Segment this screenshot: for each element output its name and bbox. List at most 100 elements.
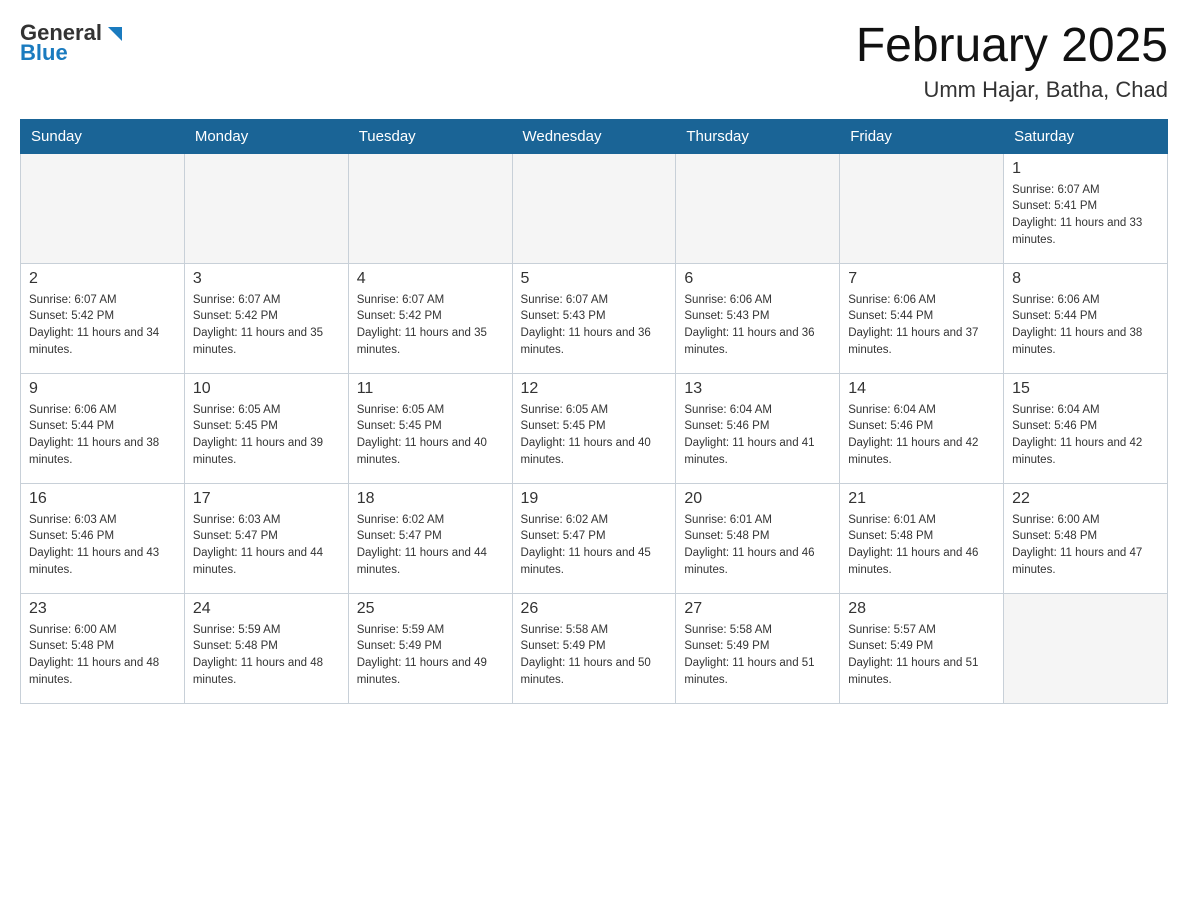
calendar-cell: [676, 153, 840, 263]
page-header: General Blue February 2025 Umm Hajar, Ba…: [20, 20, 1168, 103]
calendar-cell: [348, 153, 512, 263]
day-number: 26: [521, 600, 668, 618]
logo-triangle-icon: [104, 23, 126, 45]
day-info: Sunrise: 6:05 AMSunset: 5:45 PMDaylight:…: [357, 402, 504, 469]
calendar-cell: 9 Sunrise: 6:06 AMSunset: 5:44 PMDaylight…: [21, 373, 185, 483]
day-number: 14: [848, 380, 995, 398]
calendar-cell: 25 Sunrise: 5:59 AMSunset: 5:49 PMDayligh…: [348, 593, 512, 703]
logo-blue-text: Blue: [20, 40, 68, 66]
day-number: 1: [1012, 160, 1159, 178]
calendar-cell: 28Sunrise: 5:57 AMSunset: 5:49 PMDayligh…: [840, 593, 1004, 703]
calendar-cell: 11 Sunrise: 6:05 AMSunset: 5:45 PMDayligh…: [348, 373, 512, 483]
calendar-title-block: February 2025 Umm Hajar, Batha, Chad: [856, 20, 1168, 103]
calendar-cell: 22 Sunrise: 6:00 AMSunset: 5:48 PMDayligh…: [1004, 483, 1168, 593]
day-info: Sunrise: 6:07 AMSunset: 5:42 PMDaylight:…: [193, 292, 340, 359]
day-info: Sunrise: 6:02 AMSunset: 5:47 PMDaylight:…: [521, 512, 668, 579]
day-info: Sunrise: 6:00 AMSunset: 5:48 PMDaylight:…: [1012, 512, 1159, 579]
day-info: Sunrise: 6:07 AMSunset: 5:41 PMDaylight:…: [1012, 182, 1159, 249]
day-number: 7: [848, 270, 995, 288]
calendar-cell: [840, 153, 1004, 263]
calendar-cell: 19 Sunrise: 6:02 AMSunset: 5:47 PMDayligh…: [512, 483, 676, 593]
day-info: Sunrise: 6:03 AMSunset: 5:47 PMDaylight:…: [193, 512, 340, 579]
weekday-header-sunday: Sunday: [21, 119, 185, 153]
calendar-cell: 16 Sunrise: 6:03 AMSunset: 5:46 PMDayligh…: [21, 483, 185, 593]
day-number: 11: [357, 380, 504, 398]
calendar-cell: 17 Sunrise: 6:03 AMSunset: 5:47 PMDayligh…: [184, 483, 348, 593]
calendar-week-row: 9 Sunrise: 6:06 AMSunset: 5:44 PMDaylight…: [21, 373, 1168, 483]
day-number: 8: [1012, 270, 1159, 288]
calendar-cell: 15Sunrise: 6:04 AMSunset: 5:46 PMDayligh…: [1004, 373, 1168, 483]
day-info: Sunrise: 6:05 AMSunset: 5:45 PMDaylight:…: [521, 402, 668, 469]
calendar-cell: 27 Sunrise: 5:58 AMSunset: 5:49 PMDayligh…: [676, 593, 840, 703]
weekday-header-monday: Monday: [184, 119, 348, 153]
day-number: 25: [357, 600, 504, 618]
day-info: Sunrise: 6:04 AMSunset: 5:46 PMDaylight:…: [684, 402, 831, 469]
calendar-header: SundayMondayTuesdayWednesdayThursdayFrid…: [21, 119, 1168, 153]
calendar-cell: 20Sunrise: 6:01 AMSunset: 5:48 PMDayligh…: [676, 483, 840, 593]
day-number: 12: [521, 380, 668, 398]
day-info: Sunrise: 5:57 AMSunset: 5:49 PMDaylight:…: [848, 622, 995, 689]
day-number: 6: [684, 270, 831, 288]
calendar-week-row: 23Sunrise: 6:00 AMSunset: 5:48 PMDayligh…: [21, 593, 1168, 703]
day-info: Sunrise: 6:03 AMSunset: 5:46 PMDaylight:…: [29, 512, 176, 579]
calendar-table: SundayMondayTuesdayWednesdayThursdayFrid…: [20, 119, 1168, 704]
weekday-header-thursday: Thursday: [676, 119, 840, 153]
calendar-cell: 26 Sunrise: 5:58 AMSunset: 5:49 PMDayligh…: [512, 593, 676, 703]
calendar-cell: [1004, 593, 1168, 703]
calendar-cell: 7 Sunrise: 6:06 AMSunset: 5:44 PMDaylight…: [840, 263, 1004, 373]
day-info: Sunrise: 5:58 AMSunset: 5:49 PMDaylight:…: [521, 622, 668, 689]
calendar-subtitle: Umm Hajar, Batha, Chad: [856, 77, 1168, 103]
calendar-cell: 18 Sunrise: 6:02 AMSunset: 5:47 PMDayligh…: [348, 483, 512, 593]
calendar-cell: 10 Sunrise: 6:05 AMSunset: 5:45 PMDayligh…: [184, 373, 348, 483]
calendar-cell: 12 Sunrise: 6:05 AMSunset: 5:45 PMDayligh…: [512, 373, 676, 483]
calendar-cell: [512, 153, 676, 263]
day-number: 24: [193, 600, 340, 618]
calendar-cell: 14 Sunrise: 6:04 AMSunset: 5:46 PMDayligh…: [840, 373, 1004, 483]
calendar-cell: 4Sunrise: 6:07 AMSunset: 5:42 PMDaylight…: [348, 263, 512, 373]
day-number: 20: [684, 490, 831, 508]
day-info: Sunrise: 6:05 AMSunset: 5:45 PMDaylight:…: [193, 402, 340, 469]
weekday-header-saturday: Saturday: [1004, 119, 1168, 153]
day-number: 18: [357, 490, 504, 508]
calendar-cell: 6Sunrise: 6:06 AMSunset: 5:43 PMDaylight…: [676, 263, 840, 373]
day-info: Sunrise: 6:06 AMSunset: 5:44 PMDaylight:…: [848, 292, 995, 359]
weekday-header-friday: Friday: [840, 119, 1004, 153]
day-info: Sunrise: 6:00 AMSunset: 5:48 PMDaylight:…: [29, 622, 176, 689]
day-number: 2: [29, 270, 176, 288]
day-info: Sunrise: 6:01 AMSunset: 5:48 PMDaylight:…: [848, 512, 995, 579]
day-number: 9: [29, 380, 176, 398]
day-number: 27: [684, 600, 831, 618]
calendar-cell: 24 Sunrise: 5:59 AMSunset: 5:48 PMDayligh…: [184, 593, 348, 703]
day-number: 19: [521, 490, 668, 508]
day-number: 13: [684, 380, 831, 398]
calendar-title: February 2025: [856, 20, 1168, 73]
day-number: 21: [848, 490, 995, 508]
weekday-header-row: SundayMondayTuesdayWednesdayThursdayFrid…: [21, 119, 1168, 153]
day-info: Sunrise: 6:07 AMSunset: 5:43 PMDaylight:…: [521, 292, 668, 359]
day-number: 10: [193, 380, 340, 398]
day-info: Sunrise: 6:04 AMSunset: 5:46 PMDaylight:…: [848, 402, 995, 469]
day-info: Sunrise: 6:06 AMSunset: 5:44 PMDaylight:…: [1012, 292, 1159, 359]
calendar-cell: 1 Sunrise: 6:07 AMSunset: 5:41 PMDaylight…: [1004, 153, 1168, 263]
weekday-header-wednesday: Wednesday: [512, 119, 676, 153]
calendar-cell: 2 Sunrise: 6:07 AMSunset: 5:42 PMDaylight…: [21, 263, 185, 373]
calendar-cell: 8 Sunrise: 6:06 AMSunset: 5:44 PMDaylight…: [1004, 263, 1168, 373]
day-info: Sunrise: 5:58 AMSunset: 5:49 PMDaylight:…: [684, 622, 831, 689]
day-number: 3: [193, 270, 340, 288]
day-info: Sunrise: 5:59 AMSunset: 5:48 PMDaylight:…: [193, 622, 340, 689]
day-info: Sunrise: 5:59 AMSunset: 5:49 PMDaylight:…: [357, 622, 504, 689]
day-number: 4: [357, 270, 504, 288]
day-number: 22: [1012, 490, 1159, 508]
day-info: Sunrise: 6:07 AMSunset: 5:42 PMDaylight:…: [29, 292, 176, 359]
day-number: 5: [521, 270, 668, 288]
logo: General Blue: [20, 20, 126, 66]
day-info: Sunrise: 6:02 AMSunset: 5:47 PMDaylight:…: [357, 512, 504, 579]
calendar-cell: 13 Sunrise: 6:04 AMSunset: 5:46 PMDayligh…: [676, 373, 840, 483]
day-number: 15: [1012, 380, 1159, 398]
day-info: Sunrise: 6:06 AMSunset: 5:44 PMDaylight:…: [29, 402, 176, 469]
day-number: 16: [29, 490, 176, 508]
calendar-week-row: 2 Sunrise: 6:07 AMSunset: 5:42 PMDaylight…: [21, 263, 1168, 373]
calendar-cell: [184, 153, 348, 263]
calendar-cell: 23Sunrise: 6:00 AMSunset: 5:48 PMDayligh…: [21, 593, 185, 703]
day-number: 17: [193, 490, 340, 508]
